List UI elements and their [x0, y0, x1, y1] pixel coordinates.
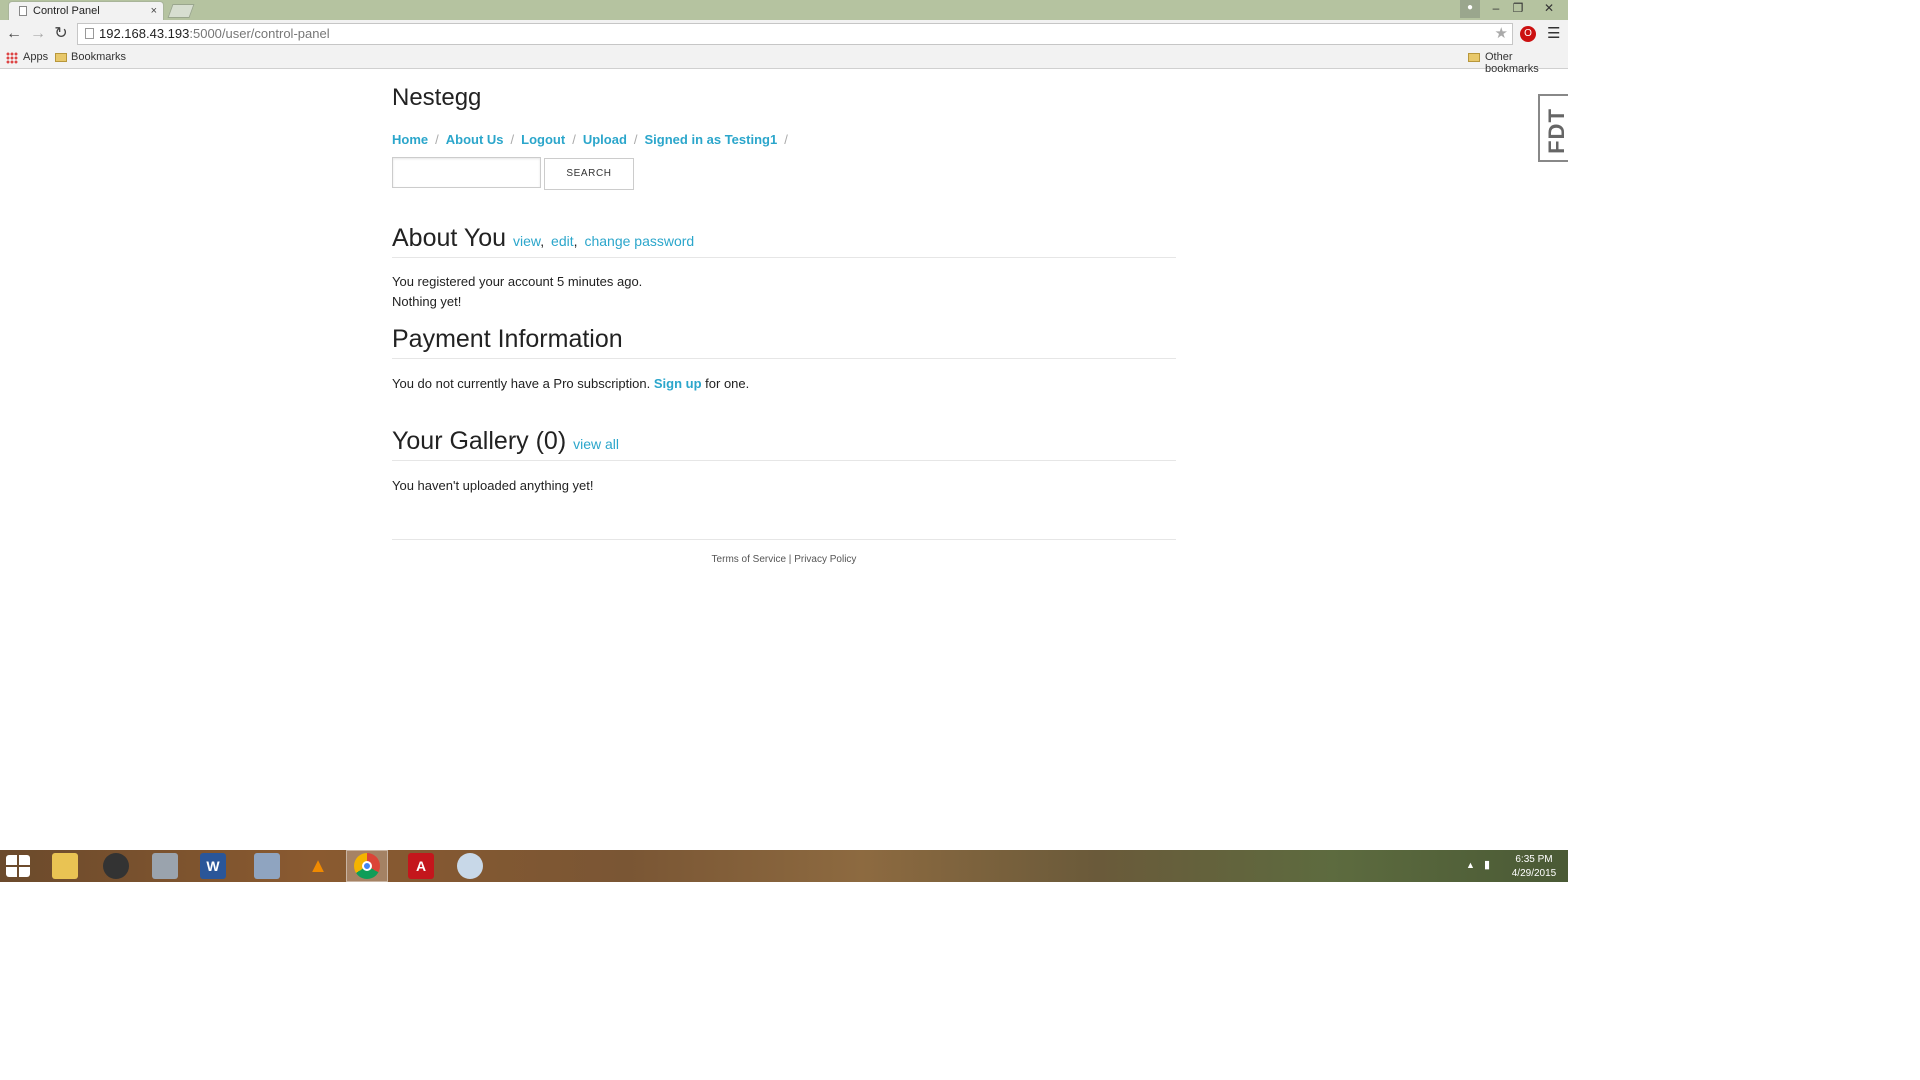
gallery-title: Your Gallery (0) — [392, 427, 567, 455]
site-title: Nestegg — [392, 84, 482, 111]
word-icon[interactable]: W — [200, 853, 226, 879]
network-signal-icon[interactable]: ▮ — [1484, 858, 1490, 871]
browser-toolbar: ← → ↻ 192.168.43.193:5000/user/control-p… — [0, 20, 1568, 48]
bookmark-star-icon[interactable]: ★ — [1495, 24, 1508, 44]
fdt-side-tab[interactable]: FDT — [1538, 94, 1569, 162]
forward-arrow-icon[interactable]: → — [28, 24, 48, 44]
footer-divider — [392, 539, 1176, 540]
tray-overflow-icon[interactable]: ▲ — [1466, 860, 1475, 870]
view-profile-link[interactable]: view — [513, 233, 540, 249]
calculator-icon[interactable] — [254, 853, 280, 879]
registered-text: You registered your account 5 minutes ag… — [392, 274, 643, 289]
payment-status-text: You do not currently have a Pro subscrip… — [392, 376, 749, 391]
payment-text-after: for one. — [705, 376, 750, 391]
clock-date: 4/29/2015 — [1511, 868, 1557, 879]
back-arrow-icon[interactable]: ← — [4, 24, 24, 44]
nav-separator: / — [435, 132, 439, 147]
nav-signed-in-link[interactable]: Signed in as Testing1 — [645, 132, 778, 147]
sign-up-link[interactable]: Sign up — [654, 376, 702, 391]
new-tab-button[interactable] — [167, 4, 195, 18]
nav-about-us-link[interactable]: About Us — [446, 132, 504, 147]
address-bar[interactable]: 192.168.43.193:5000/user/control-panel ★ — [77, 23, 1513, 45]
search-button[interactable]: SEARCH — [544, 158, 634, 190]
nav-separator: / — [572, 132, 576, 147]
nav-separator: / — [510, 132, 515, 147]
view-all-gallery-link[interactable]: view all — [573, 436, 619, 452]
footer: Terms of Service | Privacy Policy — [392, 554, 1176, 565]
gallery-empty-text: You haven't uploaded anything yet! — [392, 478, 594, 493]
bookmark-folder-bookmarks[interactable]: Bookmarks — [71, 51, 126, 63]
menu-icon[interactable]: ☰ — [1547, 24, 1560, 42]
nav-separator: / — [633, 132, 638, 147]
about-you-title: About You — [392, 224, 507, 252]
bookmark-apps[interactable]: Apps — [23, 51, 48, 63]
minimize-icon[interactable]: – — [1488, 0, 1504, 18]
change-password-link[interactable]: change password — [584, 233, 694, 249]
payment-information-heading: Payment Information — [392, 325, 1176, 359]
nav-logout-link[interactable]: Logout — [521, 132, 565, 147]
chrome-icon[interactable] — [354, 853, 380, 879]
footer-separator: | — [788, 554, 792, 565]
edit-profile-link[interactable]: edit — [551, 233, 574, 249]
browser-tab-control-panel[interactable]: Control Panel × — [8, 1, 164, 20]
tab-title: Control Panel — [33, 5, 100, 17]
paint-icon[interactable] — [457, 853, 483, 879]
bookmarks-bar: Apps Bookmarks Other bookmarks — [0, 48, 1568, 75]
search-input[interactable] — [392, 157, 541, 188]
nothing-yet-text: Nothing yet! — [392, 294, 462, 309]
acrobat-icon[interactable]: A — [408, 853, 434, 879]
about-you-heading: About You view, edit, change password — [392, 224, 1176, 258]
profile-icon[interactable]: ● — [1460, 0, 1480, 18]
breadcrumb-nav: Home / About Us / Logout / Upload / Signed in as… — [392, 132, 795, 147]
vlc-icon[interactable]: ▲ — [305, 853, 331, 879]
browser-titlebar: Control Panel × ● – ❐ ✕ — [0, 0, 1568, 20]
folder-icon — [55, 53, 67, 62]
reload-icon[interactable]: ↻ — [51, 24, 71, 44]
url-host: 192.168.43.193 — [99, 26, 190, 41]
url-path: :5000/user/control-panel — [189, 26, 330, 41]
windows-start-icon[interactable] — [6, 855, 30, 877]
clock-time: 6:35 PM — [1515, 854, 1553, 865]
terms-of-service-link[interactable]: Terms of Service — [712, 554, 786, 565]
windows-taskbar: W ▲ A ▲ ▮ 6:35 PM 4/29/2015 — [0, 850, 1568, 882]
taskbar-clock[interactable]: 6:35 PM 4/29/2015 — [1508, 853, 1560, 881]
media-app-icon[interactable] — [103, 853, 129, 879]
payment-text-before: You do not currently have a Pro subscrip… — [392, 376, 651, 391]
nav-home-link[interactable]: Home — [392, 132, 428, 147]
bookmark-folder-other[interactable]: Other bookmarks — [1485, 51, 1568, 75]
privacy-policy-link[interactable]: Privacy Policy — [794, 554, 856, 565]
page-icon — [85, 28, 94, 39]
tab-close-icon[interactable]: × — [151, 2, 157, 20]
fdt-side-tab-label: FDT — [1543, 108, 1569, 154]
close-window-icon[interactable]: ✕ — [1540, 0, 1558, 18]
network-app-icon[interactable] — [152, 853, 178, 879]
extension-icon[interactable]: O — [1520, 26, 1536, 42]
page-icon — [19, 6, 27, 16]
file-explorer-icon[interactable] — [52, 853, 78, 879]
nav-separator: / — [784, 132, 788, 147]
restore-icon[interactable]: ❐ — [1510, 0, 1526, 18]
nav-upload-link[interactable]: Upload — [583, 132, 627, 147]
gallery-heading: Your Gallery (0) view all — [392, 427, 1176, 461]
folder-icon — [1468, 53, 1480, 62]
apps-grid-icon[interactable] — [6, 52, 18, 64]
